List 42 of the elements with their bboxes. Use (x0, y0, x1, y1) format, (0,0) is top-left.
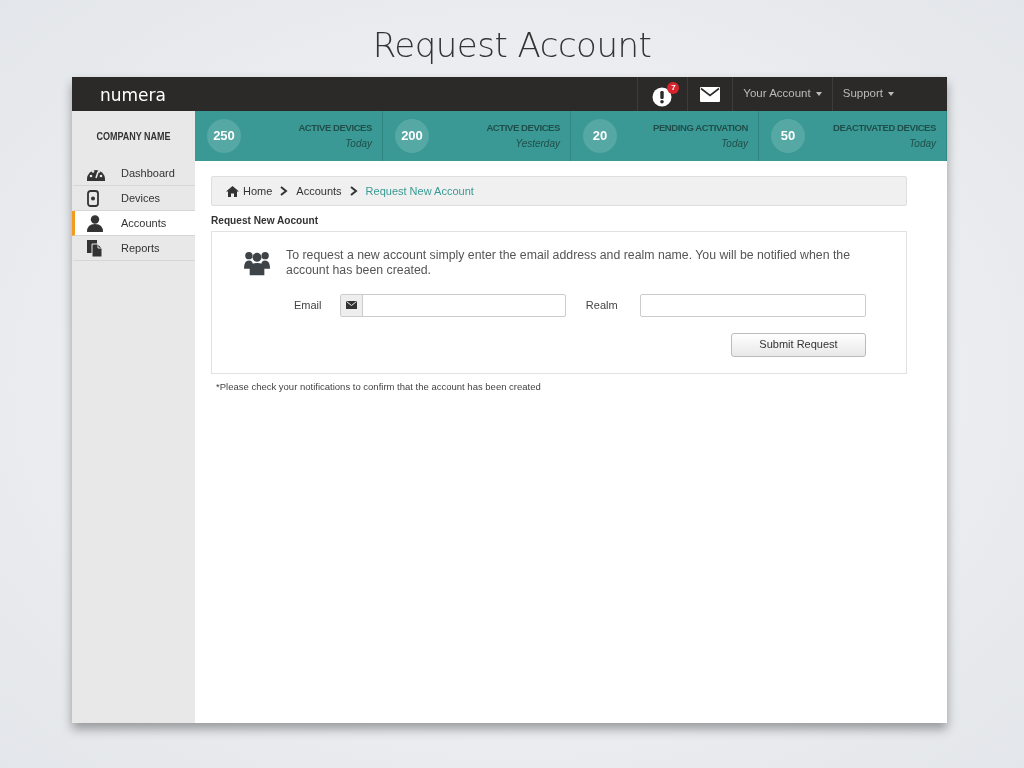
chevron-icon (280, 186, 289, 196)
mail-icon[interactable] (700, 86, 721, 102)
section-heading: Request New Aocount (211, 213, 319, 228)
caret-icon (815, 92, 822, 96)
stat-label: ACTIVE DEVICES (486, 121, 560, 136)
alert-button[interactable]: 7 (652, 81, 680, 107)
field-label: Email (294, 297, 322, 313)
logo: numera (99, 84, 166, 107)
stat-label: DEACTIVATED DEVICES (833, 121, 936, 136)
intro-text: To request a new account simply enter the email address and realm name. You will be notified when the account has been created. (286, 247, 851, 278)
stat-value: 20 (583, 119, 617, 153)
home-link[interactable]: Home (226, 182, 273, 200)
stat-period: Today (344, 136, 372, 151)
realm-field[interactable] (639, 293, 866, 317)
email-field[interactable] (339, 293, 566, 317)
stat-period: Yesterday (514, 136, 560, 151)
sidebar-item[interactable]: Reports (72, 236, 195, 261)
home-icon (226, 185, 239, 197)
stat-label: PENDING ACTIVATION (653, 121, 748, 136)
sidebar-item[interactable]: Accounts (72, 211, 195, 236)
document-icon (87, 239, 103, 257)
field-label: Realm (585, 297, 618, 313)
stat-value: 200 (395, 119, 429, 153)
stat-value: 250 (207, 119, 241, 153)
remote-icon (87, 189, 99, 207)
person-icon (87, 214, 103, 232)
submit-button[interactable]: Submit Request (731, 332, 866, 357)
stat-period: Today (908, 136, 936, 151)
notification-count: 7 (667, 81, 680, 94)
stat-period: Today (720, 136, 748, 151)
stat-label: ACTIVE DEVICES (298, 121, 372, 136)
breadcrumb-current: Request New Account (365, 183, 474, 199)
chevron-icon (349, 186, 358, 196)
footnote: *Please check your notifications to confirm that the account has been created (215, 379, 542, 394)
caret-icon (888, 92, 894, 96)
slide-title: Request Account (371, 24, 653, 67)
alert-icon (652, 86, 673, 107)
stat-value: 50 (771, 119, 805, 153)
sidebar-item[interactable]: Dashboard (72, 161, 195, 186)
mail-icon (345, 301, 357, 309)
company-name: COMPANY NAME (95, 129, 172, 144)
breadcrumb-link[interactable]: Accounts (296, 182, 342, 200)
